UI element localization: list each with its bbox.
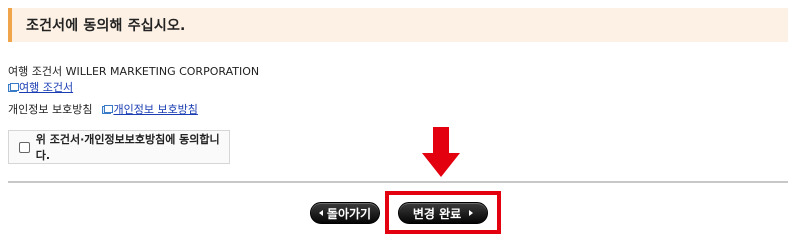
divider [8,181,788,183]
back-button-label: 돌아가기 [326,206,372,221]
document-link-icon [102,105,114,114]
terms-link-row: 여행 조건서 [8,79,73,95]
notice-text: 조건서에 동의해 주십시오. [26,18,186,34]
terms-heading: 여행 조건서 WILLER MARKETING CORPORATION [8,65,260,78]
agreement-box: 위 조건서·개인정보보호방침에 동의합니다. [8,130,230,164]
privacy-row: 개인정보 보호방침 개인정보 보호방침 [8,101,198,117]
back-button[interactable]: 돌아가기 [310,202,380,224]
notice-banner: 조건서에 동의해 주십시오. [8,8,788,42]
triangle-left-icon [318,210,323,216]
highlight-annotation-box [385,191,501,234]
agree-checkbox-label[interactable]: 위 조건서·개인정보보호방침에 동의합니다. [36,131,229,163]
document-link-icon [8,83,19,92]
down-arrow-annotation-icon [422,127,460,177]
privacy-link[interactable]: 개인정보 보호방침 [113,101,197,117]
privacy-label: 개인정보 보호방침 [8,103,93,116]
agree-checkbox[interactable] [19,141,30,153]
terms-link[interactable]: 여행 조건서 [19,79,73,95]
